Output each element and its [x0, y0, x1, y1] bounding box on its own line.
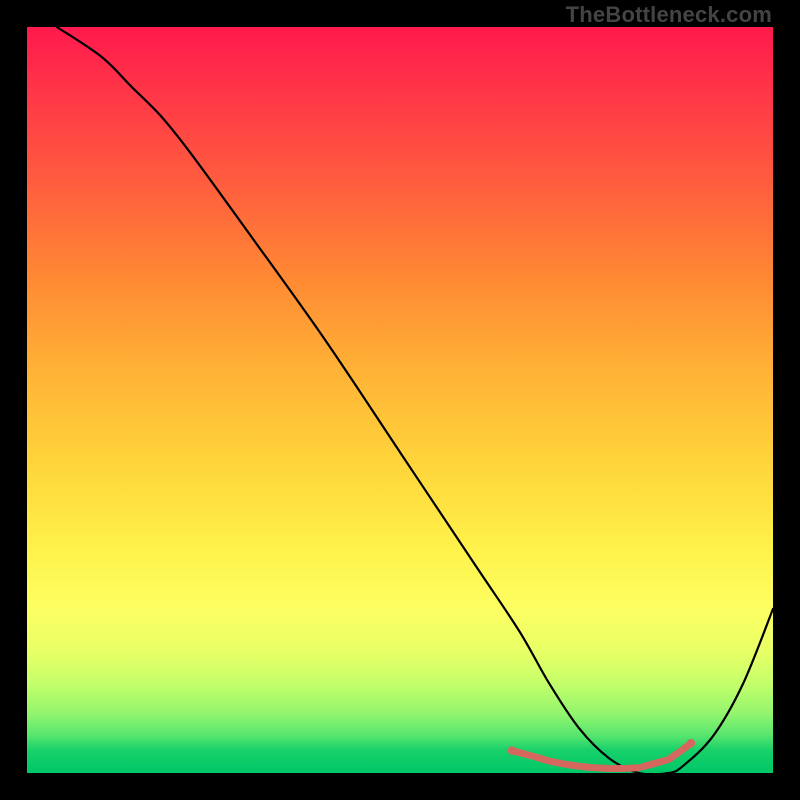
highlight-dash [670, 750, 681, 758]
watermark-text: TheBottleneck.com [566, 2, 772, 28]
highlight-dash [626, 768, 637, 769]
highlight-dash [566, 764, 577, 766]
highlight-dot [680, 746, 687, 753]
highlight-dot [605, 765, 612, 772]
highlight-dot [635, 764, 642, 771]
highlight-dash [581, 766, 592, 767]
highlight-dash [642, 761, 664, 767]
curve-svg [27, 27, 773, 773]
highlight-dash [515, 751, 532, 755]
highlight-dot [591, 764, 598, 771]
bottleneck-curve [57, 27, 773, 774]
highlight-dot [665, 756, 672, 763]
highlight-dot [620, 765, 627, 772]
highlight-dash [596, 768, 607, 769]
highlight-dot [576, 763, 583, 770]
plot-area [27, 27, 773, 773]
chart-frame: TheBottleneck.com [0, 0, 800, 800]
highlight-dash [536, 757, 547, 760]
highlight-dot [531, 753, 538, 760]
highlight-dot [561, 761, 568, 768]
highlight-dot [508, 746, 516, 754]
highlight-dot [546, 758, 553, 765]
highlight-dot [687, 739, 695, 747]
highlight-dash [551, 761, 562, 763]
highlighted-range-markers [508, 739, 695, 772]
